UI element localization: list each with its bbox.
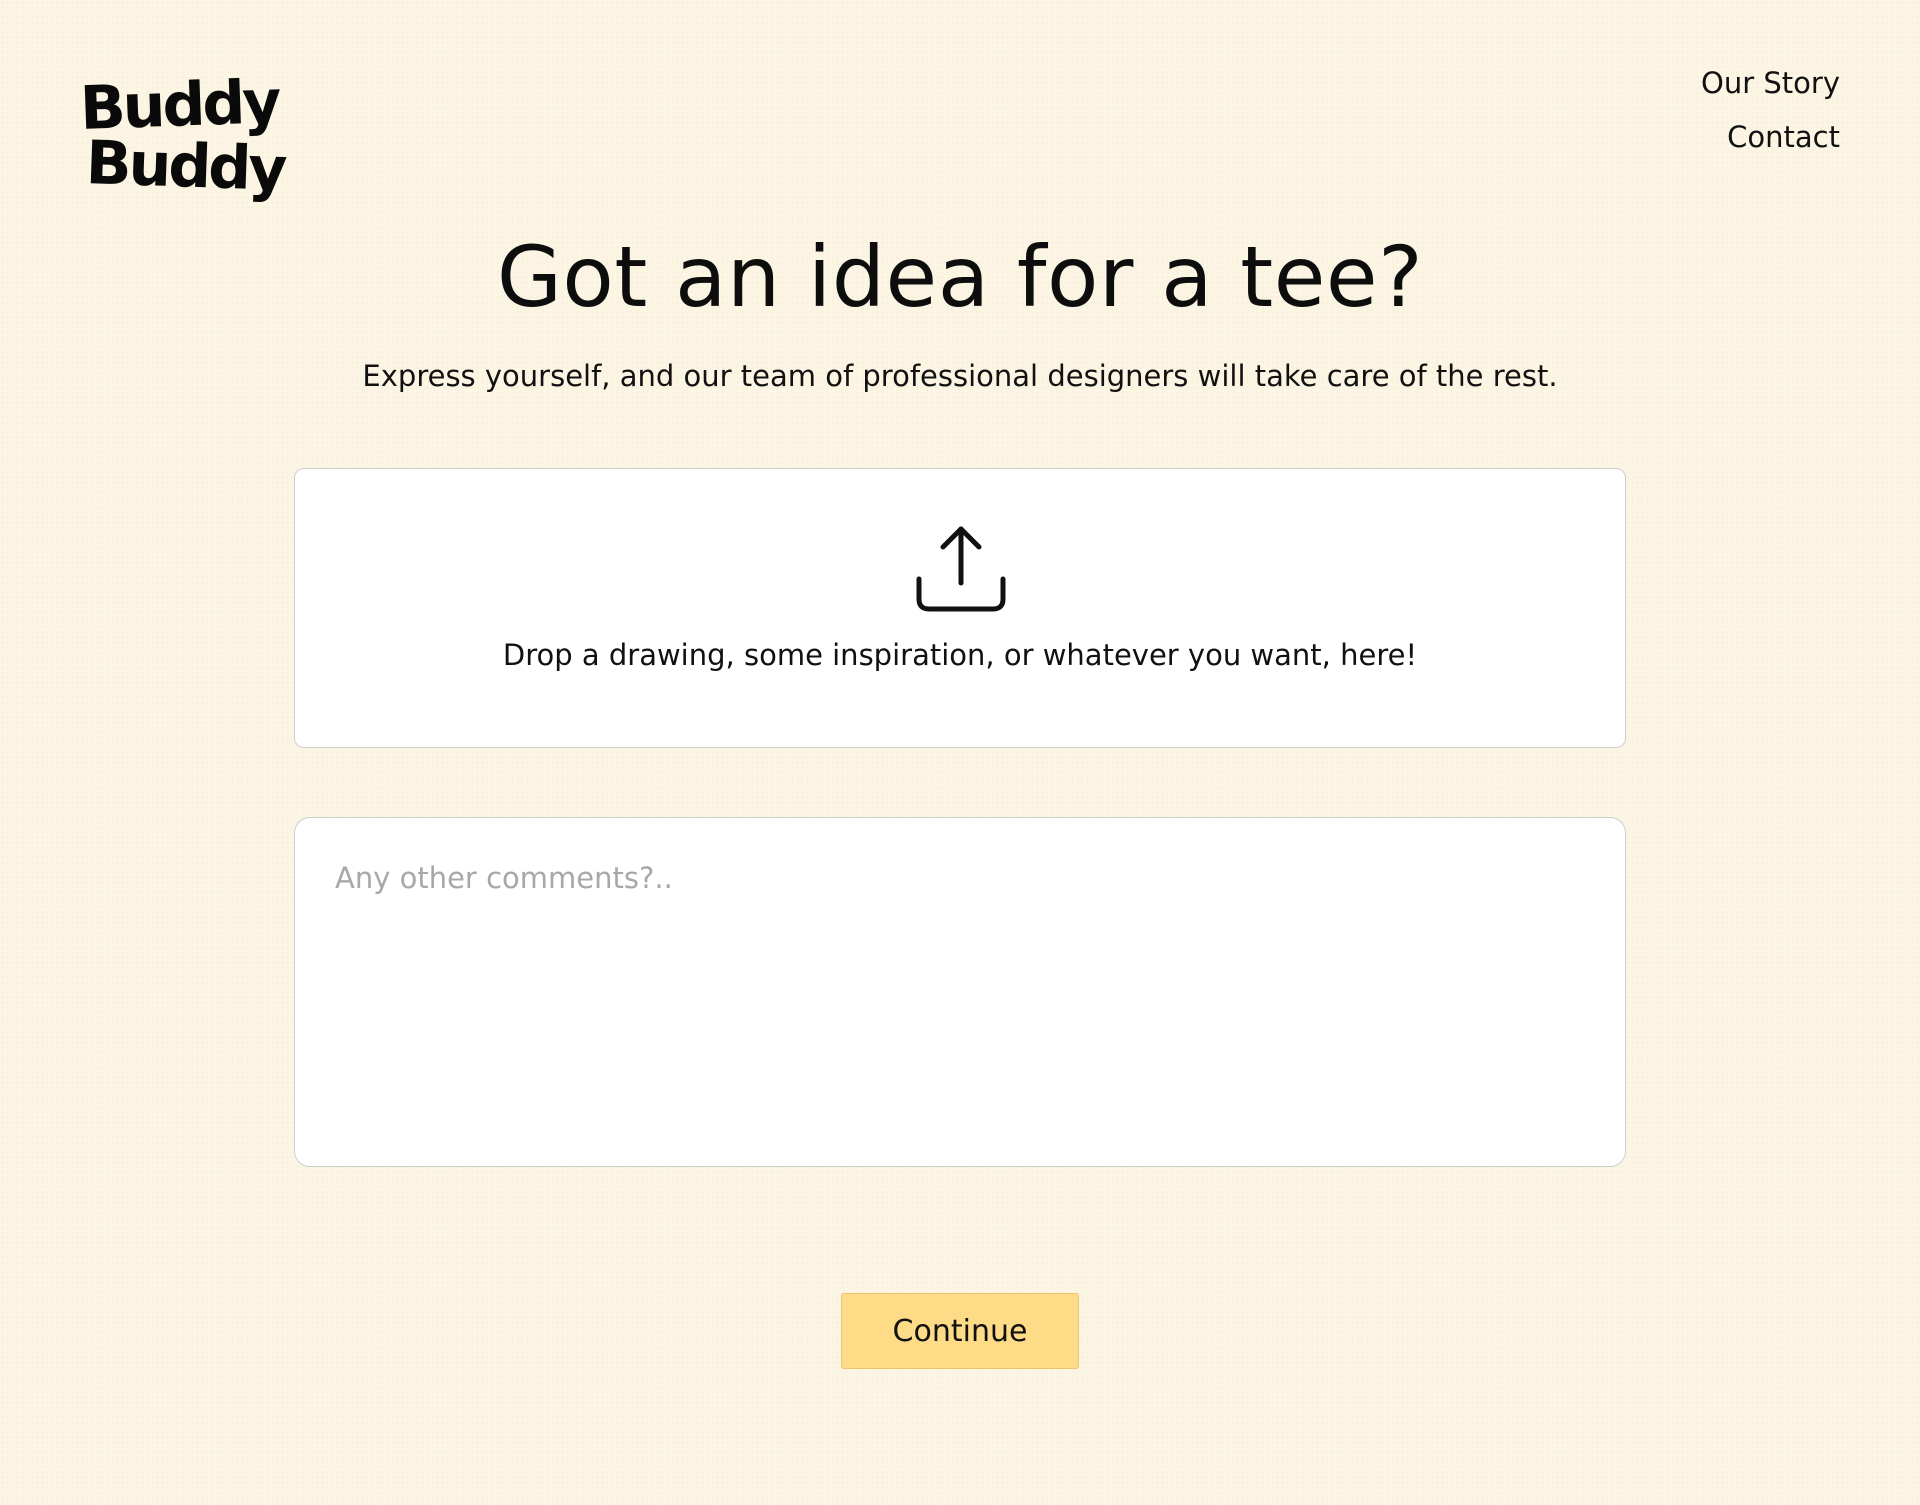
page-title: Got an idea for a tee? (496, 228, 1424, 326)
nav-link-our-story[interactable]: Our Story (1701, 56, 1840, 110)
continue-button[interactable]: Continue (841, 1293, 1079, 1369)
top-nav: Our Story Contact (1701, 56, 1840, 164)
page-subtitle: Express yourself, and our team of profes… (362, 359, 1558, 393)
comments-textarea[interactable] (294, 817, 1626, 1167)
upload-icon (916, 526, 1006, 612)
upload-dropzone[interactable]: Drop a drawing, some inspiration, or wha… (294, 468, 1626, 748)
brand-logo[interactable]: Buddy Buddy (79, 67, 286, 205)
nav-link-contact[interactable]: Contact (1701, 110, 1840, 164)
upload-label: Drop a drawing, some inspiration, or wha… (502, 638, 1418, 672)
logo-line-2: Buddy (84, 128, 286, 205)
logo-line-1: Buddy (78, 67, 280, 144)
